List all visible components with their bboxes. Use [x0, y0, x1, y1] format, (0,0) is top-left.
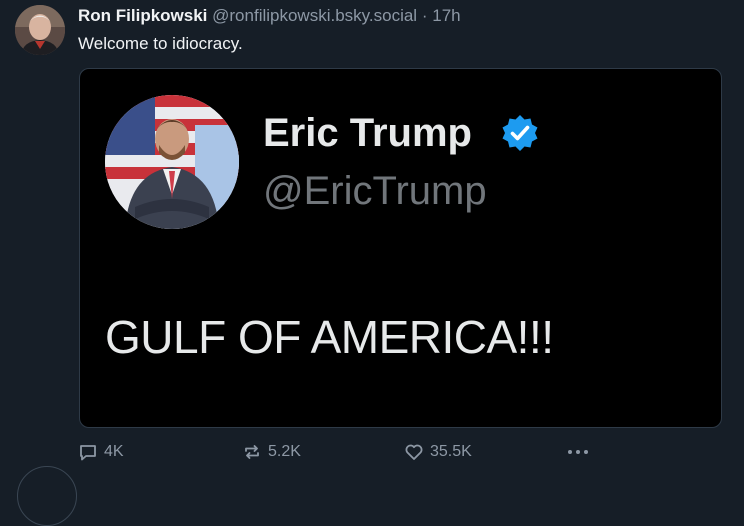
repost-icon	[242, 442, 262, 462]
like-icon	[404, 442, 424, 462]
embedded-image[interactable]: Eric Trump @EricTrump GULF OF AMERICA!!!	[79, 68, 722, 428]
embedded-avatar	[105, 95, 239, 229]
repost-count: 5.2K	[268, 443, 301, 460]
reply-count: 4K	[104, 443, 124, 460]
post-header: Ron Filipkowski @ronfilipkowski.bsky.soc…	[78, 6, 461, 26]
reply-icon	[78, 442, 98, 462]
author-handle[interactable]: @ronfilipkowski.bsky.social	[212, 6, 417, 25]
embedded-text: GULF OF AMERICA!!!	[105, 311, 554, 363]
like-count: 35.5K	[430, 443, 472, 460]
repost-button[interactable]: 5.2K	[242, 438, 301, 466]
verified-badge-icon	[500, 113, 540, 153]
author-avatar[interactable]	[15, 5, 65, 55]
embedded-handle: @EricTrump	[263, 169, 487, 213]
author-name[interactable]: Ron Filipkowski	[78, 6, 207, 25]
post-actions: 4K 5.2K 35.5K	[0, 438, 744, 466]
more-icon	[566, 447, 590, 464]
post: Ron Filipkowski @ronfilipkowski.bsky.soc…	[0, 0, 744, 526]
post-text: Welcome to idiocracy.	[78, 34, 243, 53]
next-post-avatar[interactable]	[17, 466, 77, 526]
separator-dot: ·	[421, 6, 428, 25]
post-time[interactable]: 17h	[432, 6, 460, 25]
reply-button[interactable]: 4K	[78, 438, 124, 466]
embedded-name: Eric Trump	[263, 111, 472, 155]
more-options-button[interactable]	[566, 444, 590, 465]
like-button[interactable]: 35.5K	[404, 438, 472, 466]
